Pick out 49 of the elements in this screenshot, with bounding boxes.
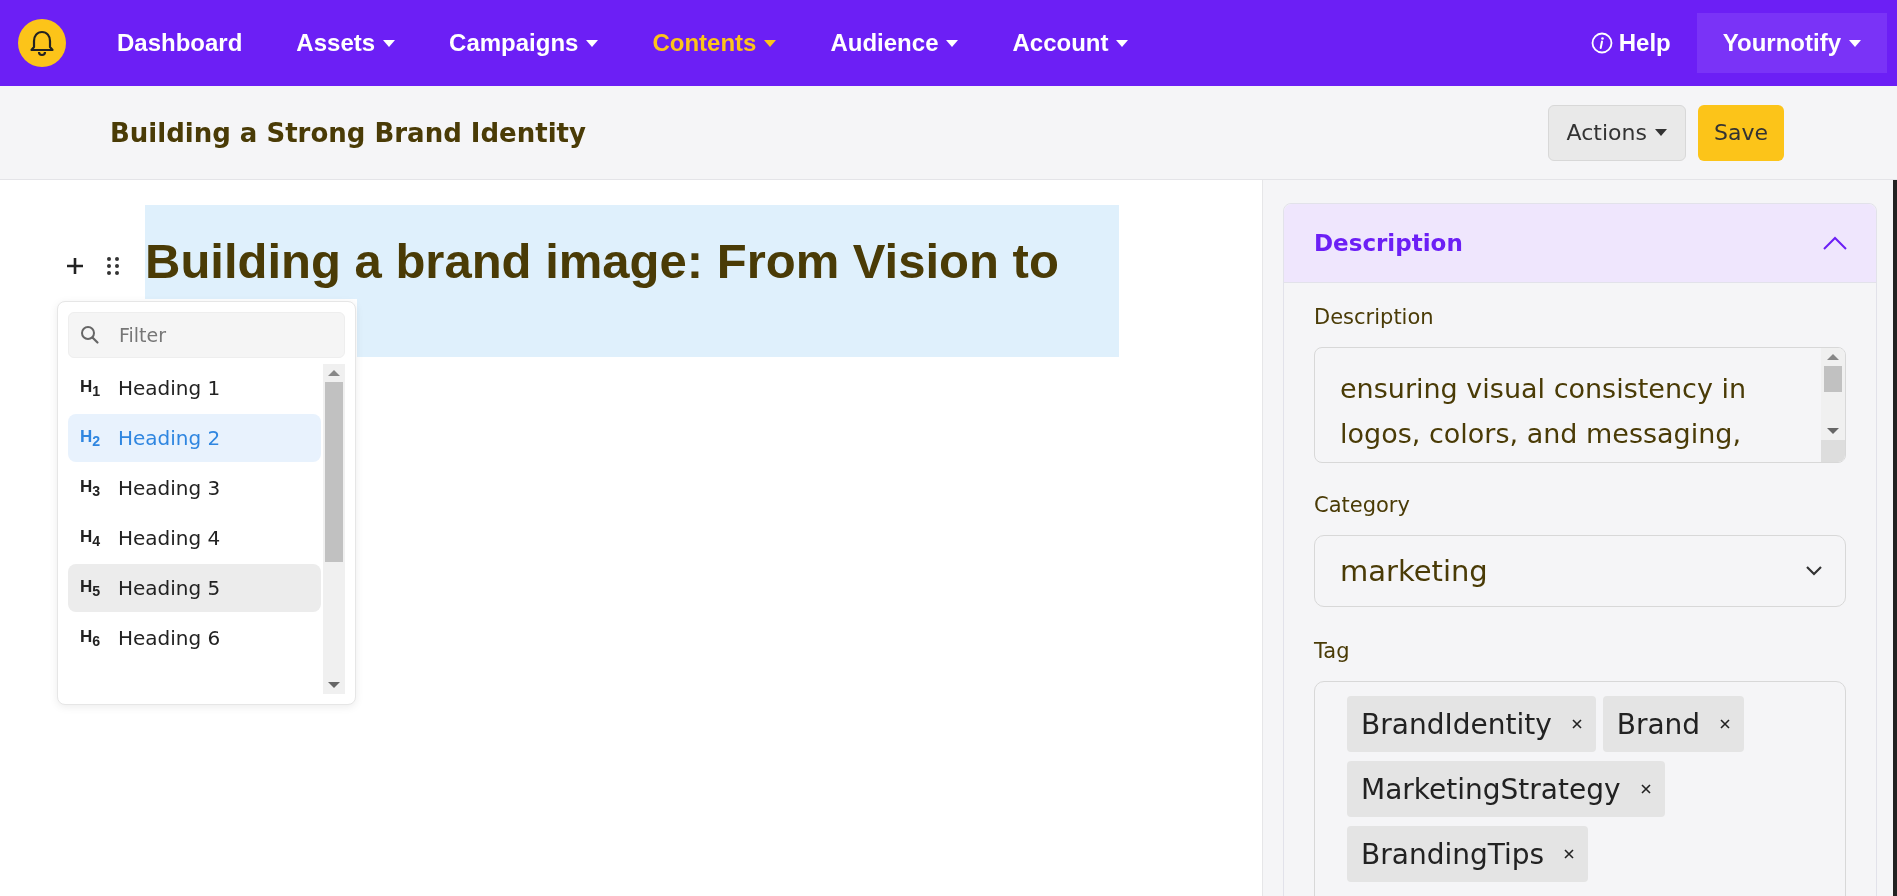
heading-block[interactable]: Building a brand image: From Vision to xyxy=(145,205,1119,299)
tag-chip[interactable]: BrandIdentity xyxy=(1347,696,1596,752)
account-menu[interactable]: Yournotify xyxy=(1696,13,1887,73)
nav-menu-item[interactable]: Campaigns xyxy=(449,29,599,57)
chevron-icon xyxy=(1822,235,1848,251)
menu-item[interactable]: H$_{3}$ Heading 3 xyxy=(68,464,321,512)
nav-menu-item[interactable]: Audience xyxy=(830,29,959,57)
info-icon xyxy=(1590,32,1613,54)
actions-button[interactable]: Actions xyxy=(1547,104,1686,161)
page-title: Building a Strong Brand Identity xyxy=(110,117,586,148)
heading-level-icon: H$_{6}$ xyxy=(80,626,104,650)
remove-icon[interactable] xyxy=(1640,784,1651,794)
heading-level-icon: H$_{2}$ xyxy=(80,426,104,450)
remove-icon[interactable] xyxy=(1564,849,1575,859)
description-field[interactable]: ensuring visual consistency in logos, colors, and messaging, xyxy=(1314,347,1846,463)
help-link[interactable]: Help xyxy=(1590,29,1671,57)
heading-level-icon: H$_{4}$ xyxy=(80,526,104,550)
heading-text: Building a brand image: From Vision to xyxy=(145,233,1060,289)
nav-menu-item[interactable]: Dashboard xyxy=(117,29,243,57)
save-button[interactable]: Save xyxy=(1698,104,1784,161)
tag-field[interactable]: BrandIdentity Brand MarketingStrategy BrandingTips xyxy=(1314,681,1846,896)
category-select[interactable]: marketing xyxy=(1314,535,1846,607)
field-label: Tag xyxy=(1314,639,1351,663)
menu-item[interactable]: H$_{4}$ Heading 4 xyxy=(68,514,321,562)
chevron-down-icon xyxy=(1805,565,1823,577)
card-title: Description xyxy=(1314,230,1463,256)
nav-menu-item[interactable]: Account xyxy=(1012,29,1129,57)
plus-icon[interactable] xyxy=(64,255,86,277)
tag-chip[interactable]: MarketingStrategy xyxy=(1347,761,1665,817)
drag-handle-icon[interactable] xyxy=(106,256,120,276)
nav-menu-item[interactable]: Contents xyxy=(652,29,777,57)
field-label: Category xyxy=(1314,493,1411,517)
card-header[interactable]: Description xyxy=(1284,204,1876,283)
filter-field[interactable]: Filter xyxy=(68,312,345,358)
nav-menu-item[interactable]: Assets xyxy=(296,29,396,57)
menu-item[interactable]: H$_{5}$ Heading 5 xyxy=(68,564,321,612)
menu-item[interactable]: H$_{6}$ Heading 6 xyxy=(68,614,321,662)
menu-item[interactable]: H$_{1}$ Heading 1 xyxy=(68,364,321,412)
tag-chip[interactable]: BrandingTips xyxy=(1347,826,1589,882)
remove-icon[interactable] xyxy=(1720,719,1731,729)
heading-level-icon: H$_{3}$ xyxy=(80,476,104,500)
heading-level-icon: H$_{1}$ xyxy=(80,376,104,400)
search-icon xyxy=(80,325,100,345)
scrollbar[interactable] xyxy=(323,364,345,694)
heading-level-icon: H$_{5}$ xyxy=(80,576,104,600)
tag-chip[interactable]: Brand xyxy=(1602,696,1745,752)
remove-icon[interactable] xyxy=(1571,719,1582,729)
field-label: Description xyxy=(1314,305,1435,329)
bell-logo-icon[interactable] xyxy=(18,19,66,67)
